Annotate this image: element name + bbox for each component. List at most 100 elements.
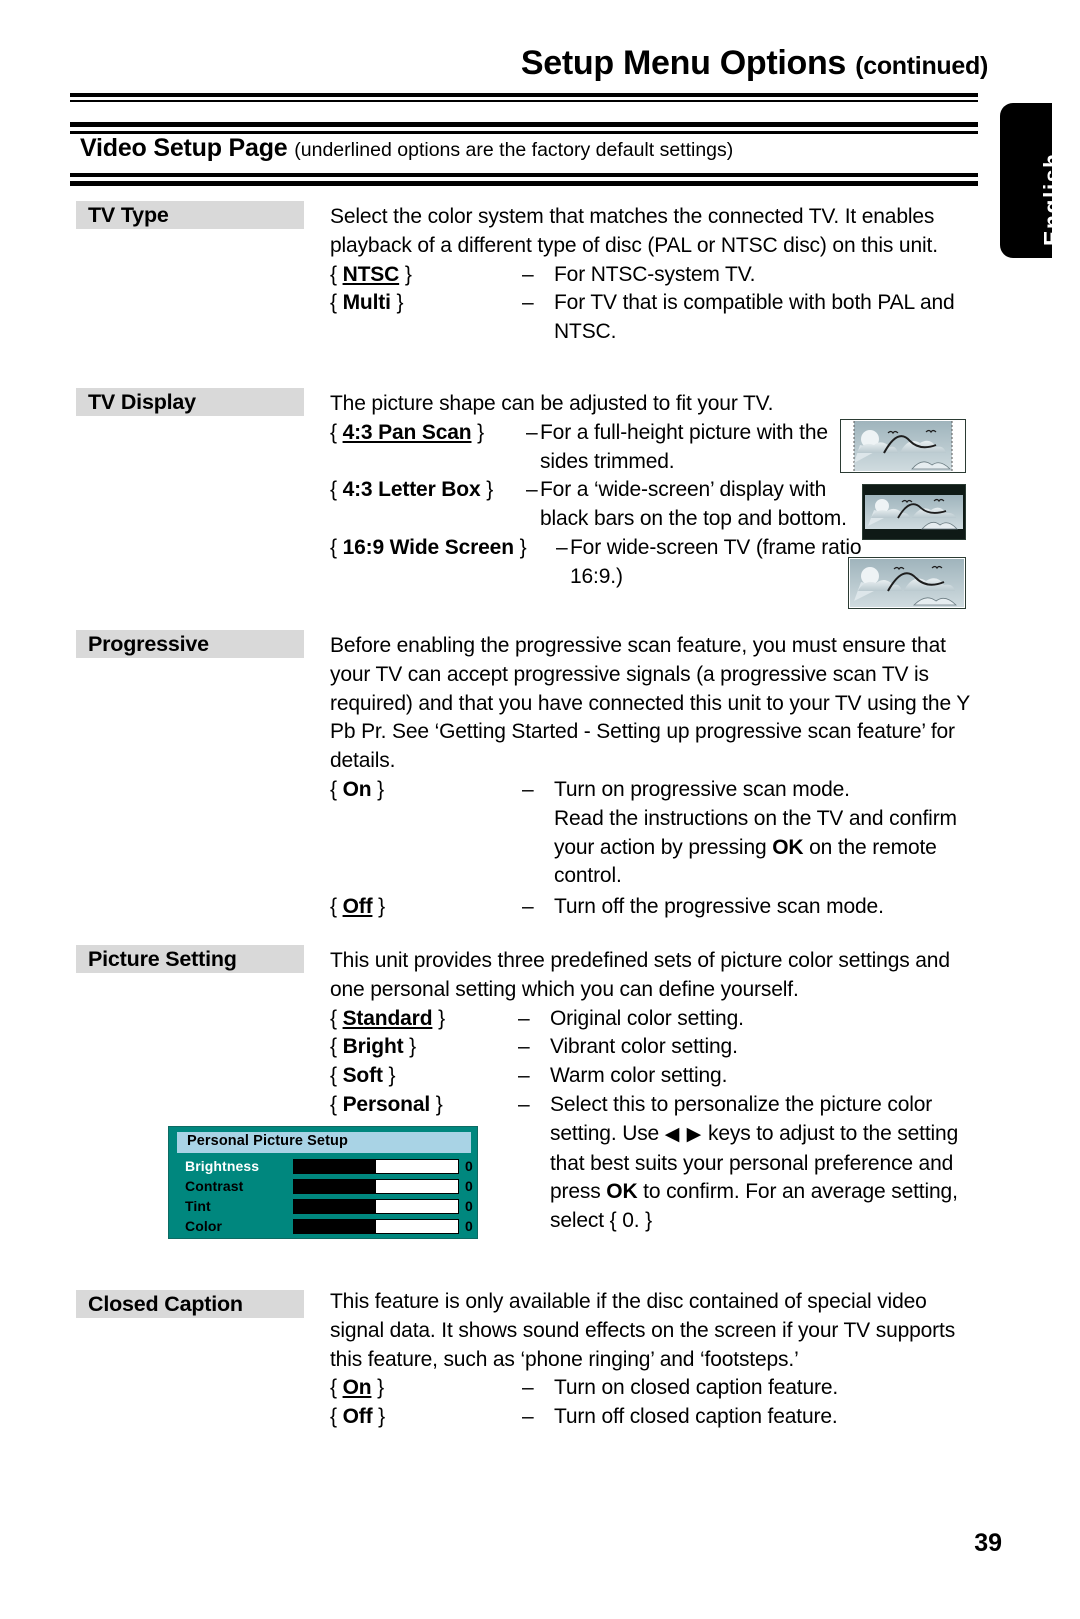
option-name-standard: Standard	[342, 1006, 433, 1030]
personal-desc-4b: to confirm. For an average setting,	[637, 1180, 958, 1204]
option-name-cc-off: Off	[342, 1405, 373, 1429]
option-name-multi: Multi	[342, 291, 391, 315]
pan-scan-thumbnail	[840, 419, 966, 473]
option-name-letter-box: 4:3 Letter Box	[342, 478, 481, 502]
personal-desc-2b: keys to adjust to the setting	[702, 1121, 959, 1145]
osd-slider-color[interactable]	[293, 1219, 459, 1234]
section-rule-bottom-thick	[70, 173, 978, 177]
progressive-on-extra: Read the instructions on the TV and conf…	[554, 805, 980, 891]
option-name-cc-on: On	[342, 1376, 372, 1400]
osd-row-brightness[interactable]: Brightness 0	[177, 1157, 473, 1177]
option-dash: –	[522, 262, 534, 286]
option-row-progressive-on: { On } – Turn on progressive scan mode.	[330, 776, 980, 805]
letter-box-thumbnail	[862, 484, 966, 540]
option-row-bright: { Bright } – Vibrant color setting.	[330, 1033, 980, 1062]
section-heading-note: (underlined options are the factory defa…	[294, 139, 734, 161]
section-heading-title: Video Setup Page	[80, 134, 288, 162]
entry-body-progressive: Before enabling the progressive scan fea…	[330, 632, 980, 922]
picture-setting-intro: This unit provides three predefined sets…	[330, 949, 950, 1001]
option-row-progressive-on-extra: Read the instructions on the TV and conf…	[330, 805, 980, 891]
manual-page: Setup Menu Options (continued) Video Set…	[0, 0, 1080, 1619]
option-dash: –	[526, 478, 538, 502]
option-row-pan-scan: { 4:3 Pan Scan } – For a full-height pic…	[330, 419, 870, 477]
option-name-personal: Personal	[342, 1092, 431, 1116]
wide-screen-thumbnail	[848, 557, 966, 609]
option-dash: –	[522, 1405, 534, 1429]
option-name-bright: Bright	[342, 1035, 404, 1059]
left-right-arrow-icon: ◀ ▶	[664, 1123, 703, 1145]
osd-row-color[interactable]: Color 0	[177, 1217, 473, 1237]
entry-body-tv-display: The picture shape can be adjusted to fit…	[330, 390, 870, 592]
osd-label-tint: Tint	[185, 1198, 211, 1214]
page-title-text: Setup Menu Options	[520, 44, 847, 82]
osd-value-brightness: 0	[465, 1158, 473, 1174]
option-dash: –	[518, 1064, 530, 1088]
entry-body-closed-caption: This feature is only available if the di…	[330, 1288, 980, 1432]
option-desc-cc-off: Turn off closed caption feature.	[554, 1405, 838, 1429]
option-row-cc-off: { Off } – Turn off closed caption featur…	[330, 1403, 980, 1432]
progressive-intro: Before enabling the progressive scan fea…	[330, 634, 970, 773]
page-title: Setup Menu Options (continued)	[0, 44, 988, 83]
option-name-soft: Soft	[342, 1064, 383, 1088]
ok-key-label: OK	[606, 1180, 638, 1204]
entry-label-closed-caption: Closed Caption	[76, 1290, 304, 1318]
entry-label-tv-display: TV Display	[76, 388, 304, 416]
option-row-progressive-off: { Off } – Turn off the progressive scan …	[330, 893, 980, 922]
option-desc-multi: For TV that is compatible with both PAL …	[554, 291, 955, 344]
section-rule-top-thick	[70, 122, 978, 127]
option-desc-cc-on: Turn on closed caption feature.	[554, 1376, 839, 1400]
osd-row-tint[interactable]: Tint 0	[177, 1197, 473, 1217]
ok-key-label: OK	[772, 835, 804, 859]
option-name-ntsc: NTSC	[342, 262, 400, 286]
tv-type-intro: Select the color system that matches the…	[330, 205, 938, 257]
tv-display-intro: The picture shape can be adjusted to fit…	[330, 392, 774, 415]
personal-picture-setup-osd: Personal Picture Setup Brightness 0 Cont…	[168, 1126, 478, 1239]
personal-desc-2a: setting. Use	[550, 1121, 665, 1145]
header-rule-thin	[70, 100, 978, 102]
osd-slider-brightness[interactable]	[293, 1159, 459, 1174]
personal-desc-4a: press	[550, 1180, 607, 1204]
option-dash: –	[522, 777, 534, 801]
entry-body-tv-type: Select the color system that matches the…	[330, 203, 980, 347]
osd-row-contrast[interactable]: Contrast 0	[177, 1177, 473, 1197]
osd-title: Personal Picture Setup	[177, 1132, 471, 1153]
osd-label-contrast: Contrast	[185, 1178, 244, 1194]
option-desc-wide-screen: For wide-screen TV (frame ratio 16:9.)	[570, 535, 862, 588]
option-desc-personal-line1: Select this to personalize the picture c…	[550, 1092, 933, 1116]
section-rule-bottom-thin	[70, 181, 978, 186]
osd-value-color: 0	[465, 1218, 473, 1234]
option-name-progressive-off: Off	[342, 895, 373, 919]
option-row-soft: { Soft } – Warm color setting.	[330, 1062, 980, 1091]
personal-desc-3: that best suits your personal preference…	[550, 1151, 954, 1175]
option-dash: –	[522, 291, 534, 315]
option-row-standard: { Standard } – Original color setting.	[330, 1005, 980, 1034]
osd-label-brightness: Brightness	[185, 1158, 260, 1174]
option-name-pan-scan: 4:3 Pan Scan	[342, 420, 472, 444]
language-tab-label: English	[1039, 152, 1065, 246]
option-row-cc-on: { On } – Turn on closed caption feature.	[330, 1374, 980, 1403]
option-desc-progressive-on: Turn on progressive scan mode.	[554, 777, 850, 801]
osd-value-tint: 0	[465, 1198, 473, 1214]
page-number: 39	[974, 1529, 1002, 1557]
option-desc-progressive-off: Turn off the progressive scan mode.	[554, 895, 884, 919]
option-desc-pan-scan: For a full-height picture with the sides…	[540, 420, 828, 473]
option-name-progressive-on: On	[342, 777, 372, 801]
language-tab: English	[1000, 103, 1065, 258]
section-heading: Video Setup Page (underlined options are…	[80, 134, 970, 163]
option-desc-standard: Original color setting.	[550, 1006, 744, 1030]
entry-label-progressive: Progressive	[76, 630, 304, 658]
option-dash: –	[556, 535, 568, 559]
entry-label-picture-setting: Picture Setting	[76, 945, 304, 973]
osd-slider-tint[interactable]	[293, 1199, 459, 1214]
option-row-personal: { Personal } – Select this to personaliz…	[330, 1091, 980, 1120]
option-row-letter-box: { 4:3 Letter Box } – For a ‘wide-screen’…	[330, 476, 870, 534]
option-row-ntsc: { NTSC } – For NTSC-system TV.	[330, 261, 980, 290]
osd-slider-contrast[interactable]	[293, 1179, 459, 1194]
option-desc-soft: Warm color setting.	[550, 1064, 728, 1088]
option-dash: –	[518, 1006, 530, 1030]
option-name-wide-screen: 16:9 Wide Screen	[342, 535, 514, 559]
option-row-wide-screen: { 16:9 Wide Screen } – For wide-screen T…	[330, 534, 870, 592]
option-desc-letter-box: For a ‘wide-screen’ display with black b…	[540, 478, 847, 531]
entry-label-tv-type: TV Type	[76, 201, 304, 229]
personal-desc-5: select { 0. }	[550, 1209, 652, 1233]
